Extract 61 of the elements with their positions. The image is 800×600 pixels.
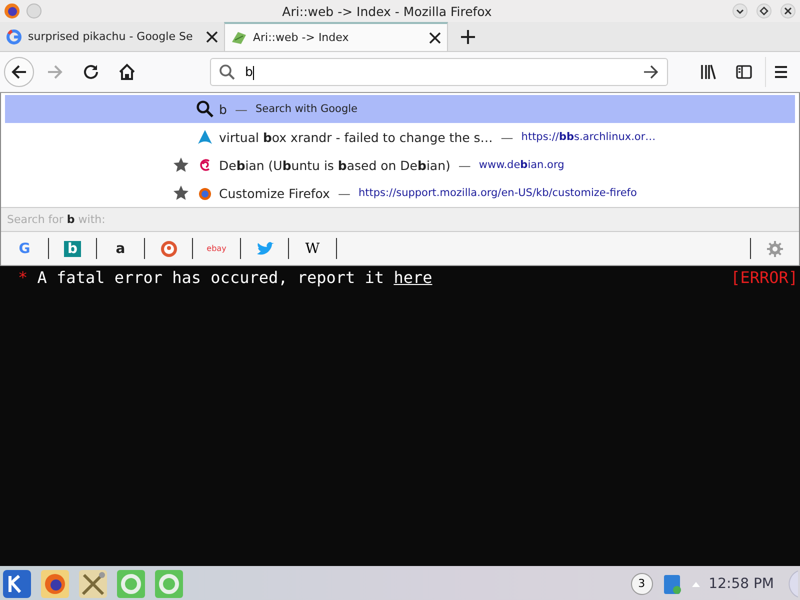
launcher-icon[interactable]	[2, 568, 32, 598]
result-url: https://support.mozilla.org/en-US/kb/customize-firefo	[358, 187, 637, 199]
suggestion-row[interactable]: virtual box xrandr - failed to change the s… — https://bbs.archlinux.or…	[5, 123, 795, 151]
star-icon	[173, 157, 189, 173]
url-field[interactable]: b	[210, 58, 668, 86]
star-icon	[173, 185, 189, 201]
engine-logo[interactable]: a	[116, 240, 126, 256]
globe-icon	[197, 185, 213, 201]
clock[interactable]: 12:58 PM	[708, 576, 774, 592]
new-tab-icon[interactable]	[460, 28, 476, 44]
firefox-task-icon[interactable]	[40, 568, 70, 598]
action-text: Search with Google	[255, 103, 358, 115]
result-title: Debian (Ubuntu is based on Debian)	[219, 158, 450, 172]
desktop-switcher[interactable]: 3	[630, 572, 653, 594]
report-link[interactable]: here	[394, 268, 432, 287]
error-message: A fatal error has occured, report it	[37, 268, 384, 287]
result-title: b	[219, 102, 227, 116]
dash-separator: —	[458, 158, 471, 172]
engine-logo[interactable]: ebay	[206, 240, 226, 256]
browser-tab[interactable]: Ari::web -> Index	[224, 22, 448, 51]
tools-task-icon[interactable]	[78, 568, 108, 598]
go-arrow-icon[interactable]	[643, 64, 659, 80]
search-icon	[196, 100, 214, 118]
close-icon[interactable]	[780, 3, 796, 19]
suggestion-row[interactable]: Customize Firefox — https://support.mozilla.org/en-US/kb/customize-firefo	[5, 179, 795, 207]
result-url: https://bbs.archlinux.or…	[521, 131, 656, 143]
library-icon[interactable]	[699, 63, 717, 81]
browser-tab[interactable]: surprised pikachu - Google Se	[0, 22, 224, 51]
result-title: virtual box xrandr - failed to change the s…	[219, 130, 493, 144]
home-icon[interactable]	[118, 63, 136, 81]
result-url: www.debian.org	[478, 159, 564, 171]
close-tab-icon[interactable]	[429, 32, 441, 44]
sidebar-icon[interactable]	[735, 63, 753, 81]
window-title: Ari::web -> Index - Mozilla Firefox	[281, 4, 493, 18]
g-icon	[6, 28, 22, 44]
settings-icon[interactable]	[766, 240, 784, 258]
bird-icon[interactable]	[256, 240, 274, 256]
menu-icon[interactable]	[772, 63, 790, 81]
dash-separator: —	[234, 102, 248, 116]
result-title: Customize Firefox	[219, 186, 330, 200]
dash-separator: —	[338, 186, 350, 200]
engine-logo[interactable]: W	[305, 240, 320, 256]
bullet-mark: *	[18, 268, 28, 287]
leaf-icon	[231, 30, 247, 46]
close-tab-icon[interactable]	[206, 30, 218, 42]
maximize-icon[interactable]	[756, 3, 772, 19]
error-status: [ERROR]	[730, 268, 798, 287]
search-with-label: Search for b with:	[7, 213, 106, 226]
suggestion-row[interactable]: Debian (Ubuntu is based on Debian) — www.debian.org	[5, 151, 795, 179]
peak-icon	[197, 129, 213, 145]
suggestion-row[interactable]: b — Search with Google	[5, 95, 795, 123]
duck-icon[interactable]	[160, 240, 178, 258]
firefox-icon	[4, 3, 20, 19]
engine-logo[interactable]: b	[64, 240, 81, 256]
dash-separator: —	[500, 130, 514, 144]
search-icon	[219, 64, 235, 80]
minimize-icon[interactable]	[732, 3, 748, 19]
url-text: b	[245, 64, 253, 80]
back-arrow-icon	[10, 63, 28, 81]
reload-icon[interactable]	[82, 63, 100, 81]
back-button[interactable]	[4, 57, 34, 87]
